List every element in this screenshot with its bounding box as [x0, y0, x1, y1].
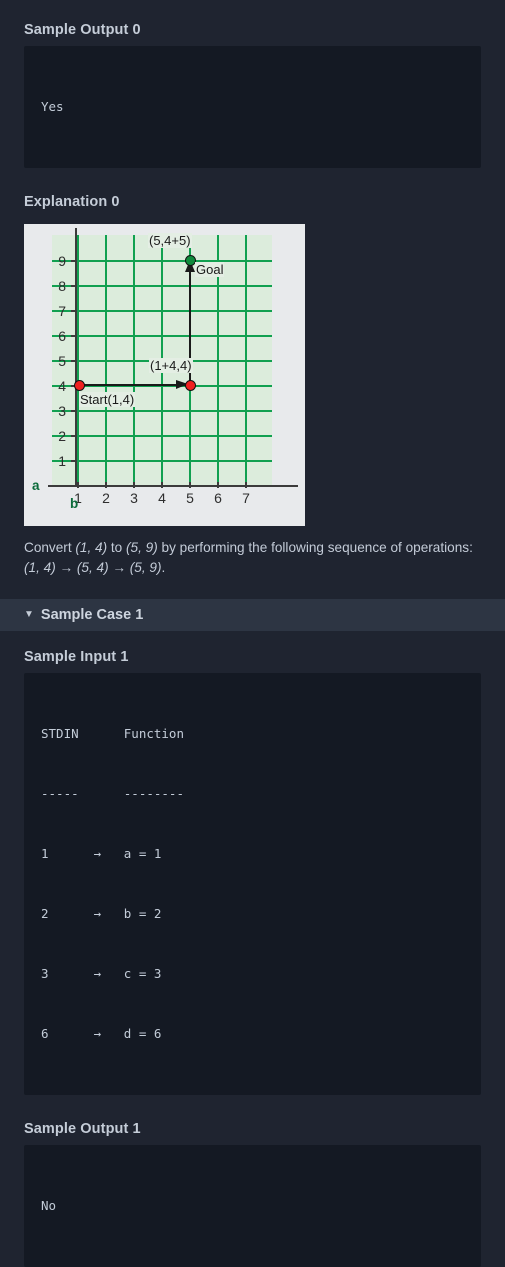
caption-to: (5, 9): [126, 540, 158, 555]
code-line: 6 → d = 6: [41, 1026, 162, 1041]
x-tick-1: [77, 482, 79, 488]
code-line: 2 → b = 2: [41, 906, 162, 921]
sample-output-0-heading: Sample Output 0: [24, 22, 141, 38]
y-tick-label-4: 4: [58, 378, 66, 394]
x-tick-4: [161, 482, 163, 488]
goal-point-label: (5,4+5): [148, 233, 192, 248]
sample-output-1-block: No: [24, 1145, 481, 1267]
y-tick-label-9: 9: [58, 253, 66, 269]
caption-mid-1: to: [107, 540, 126, 555]
explanation-graph-figure: 1 2 3 4 5 6 7 1 2 3 4 5 6 7 8 9 a b Star…: [24, 224, 305, 526]
x-tick-7: [245, 482, 247, 488]
y-tick-label-7: 7: [58, 303, 66, 319]
sample-input-1-block: STDIN Function ----- -------- 1 → a = 1 …: [24, 673, 481, 1095]
y-tick-label-5: 5: [58, 353, 66, 369]
sample-case-1-accordion-header[interactable]: ▼ Sample Case 1: [0, 599, 505, 631]
y-tick-label-8: 8: [58, 278, 66, 294]
caption-mid-2: by performing the following sequence of …: [157, 540, 473, 555]
y-tick-6: [71, 335, 77, 337]
caption-lead: Convert: [24, 540, 76, 555]
start-point-label: Start(1,4): [79, 392, 136, 407]
start-point: [74, 380, 85, 391]
y-tick-9: [71, 260, 77, 262]
sample-cases-panel: Sample Output 0 Yes Explanation 0 1 2 3 …: [0, 0, 505, 1267]
sample-case-1-title: Sample Case 1: [40, 607, 144, 623]
x-tick-2: [105, 482, 107, 488]
code-line: STDIN Function: [41, 726, 184, 741]
x-tick-label-2: 2: [102, 490, 110, 506]
sample-output-1-heading: Sample Output 1: [24, 1121, 141, 1137]
gridline-h-6: [52, 335, 272, 337]
y-tick-5: [71, 360, 77, 362]
goal-text-label: Goal: [195, 262, 225, 277]
sample-input-1-heading: Sample Input 1: [24, 649, 129, 665]
sample-output-0-value: Yes: [41, 99, 64, 114]
gridline-h-3: [52, 410, 272, 412]
arrow-start-to-intermediate: [80, 384, 188, 386]
y-axis-line: [75, 228, 77, 487]
y-axis-label: a: [32, 478, 40, 493]
sample-output-1-value: No: [41, 1198, 57, 1213]
gridline-h-9: [52, 260, 272, 262]
explanation-0-heading: Explanation 0: [24, 194, 120, 210]
gridline-h-2: [52, 435, 272, 437]
caption-end: .: [161, 560, 166, 575]
explanation-0-caption: Convert (1, 4) to (5, 9) by performing t…: [24, 538, 481, 578]
x-axis-label: b: [70, 496, 79, 511]
gridline-h-8: [52, 285, 272, 287]
y-tick-label-2: 2: [58, 428, 66, 444]
x-tick-label-4: 4: [158, 490, 166, 506]
y-tick-2: [71, 435, 77, 437]
gridline-h-7: [52, 310, 272, 312]
x-tick-label-7: 7: [242, 490, 250, 506]
sample-output-0-block: Yes: [24, 46, 481, 168]
x-axis-line: [48, 485, 298, 487]
x-tick-3: [133, 482, 135, 488]
y-tick-label-6: 6: [58, 328, 66, 344]
y-tick-7: [71, 310, 77, 312]
chevron-down-icon[interactable]: ▼: [24, 610, 34, 620]
caption-from: (1, 4): [75, 540, 108, 555]
y-tick-1: [71, 460, 77, 462]
y-tick-label-1: 1: [58, 453, 66, 469]
intermediate-point-label: (1+4,4): [149, 358, 193, 373]
code-line: ----- --------: [41, 786, 184, 801]
intermediate-point: [185, 380, 196, 391]
x-tick-label-6: 6: [214, 490, 222, 506]
y-tick-8: [71, 285, 77, 287]
x-tick-5: [189, 482, 191, 488]
caption-sequence: (1, 4) → (5, 4) → (5, 9): [24, 560, 162, 575]
y-tick-3: [71, 410, 77, 412]
gridline-h-1: [52, 460, 272, 462]
code-line: 1 → a = 1: [41, 846, 162, 861]
x-tick-label-3: 3: [130, 490, 138, 506]
y-tick-label-3: 3: [58, 403, 66, 419]
x-tick-6: [217, 482, 219, 488]
code-line: 3 → c = 3: [41, 966, 162, 981]
x-tick-label-5: 5: [186, 490, 194, 506]
